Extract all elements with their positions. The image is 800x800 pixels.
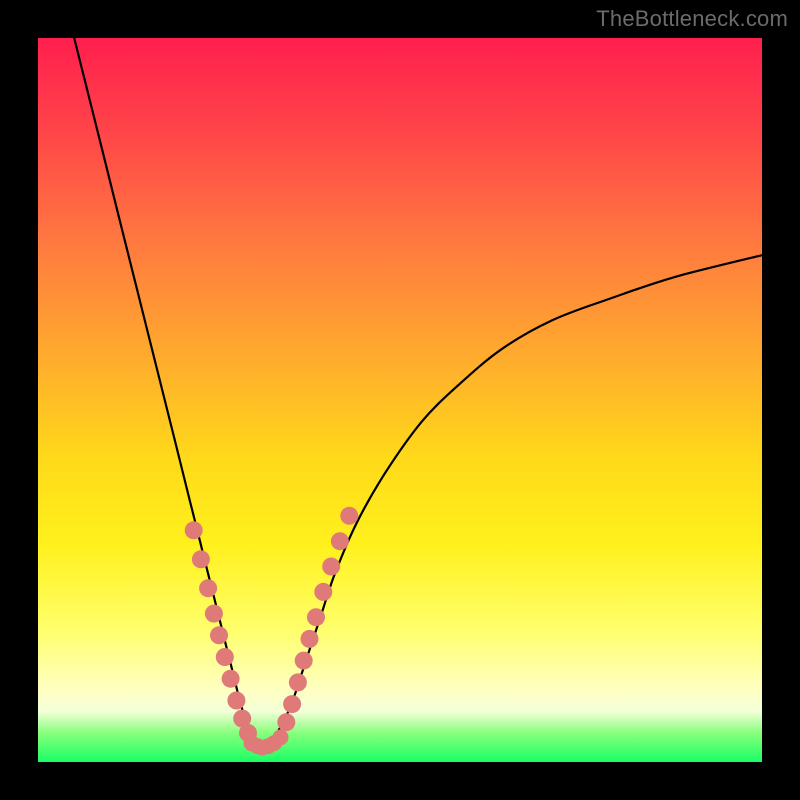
data-dot (307, 608, 325, 626)
data-dot (192, 550, 210, 568)
data-dot (295, 652, 313, 670)
data-dot (301, 630, 319, 648)
data-dot (314, 583, 332, 601)
left-curve-path (74, 38, 262, 748)
data-dot (289, 673, 307, 691)
data-dot (222, 670, 240, 688)
data-dot (185, 521, 203, 539)
data-dot (331, 532, 349, 550)
chart-svg (38, 38, 762, 762)
data-dot (277, 713, 295, 731)
data-dot (210, 626, 228, 644)
data-dot (216, 648, 234, 666)
data-dot (227, 692, 245, 710)
data-dot (340, 507, 358, 525)
dot-layer (185, 507, 359, 756)
plot-area (38, 38, 762, 762)
data-dot (199, 579, 217, 597)
chart-frame: TheBottleneck.com (0, 0, 800, 800)
data-dot (205, 605, 223, 623)
right-curve-path (262, 255, 762, 747)
data-dot (283, 695, 301, 713)
watermark-text: TheBottleneck.com (596, 6, 788, 32)
data-dot (322, 558, 340, 576)
data-dot (273, 729, 289, 745)
